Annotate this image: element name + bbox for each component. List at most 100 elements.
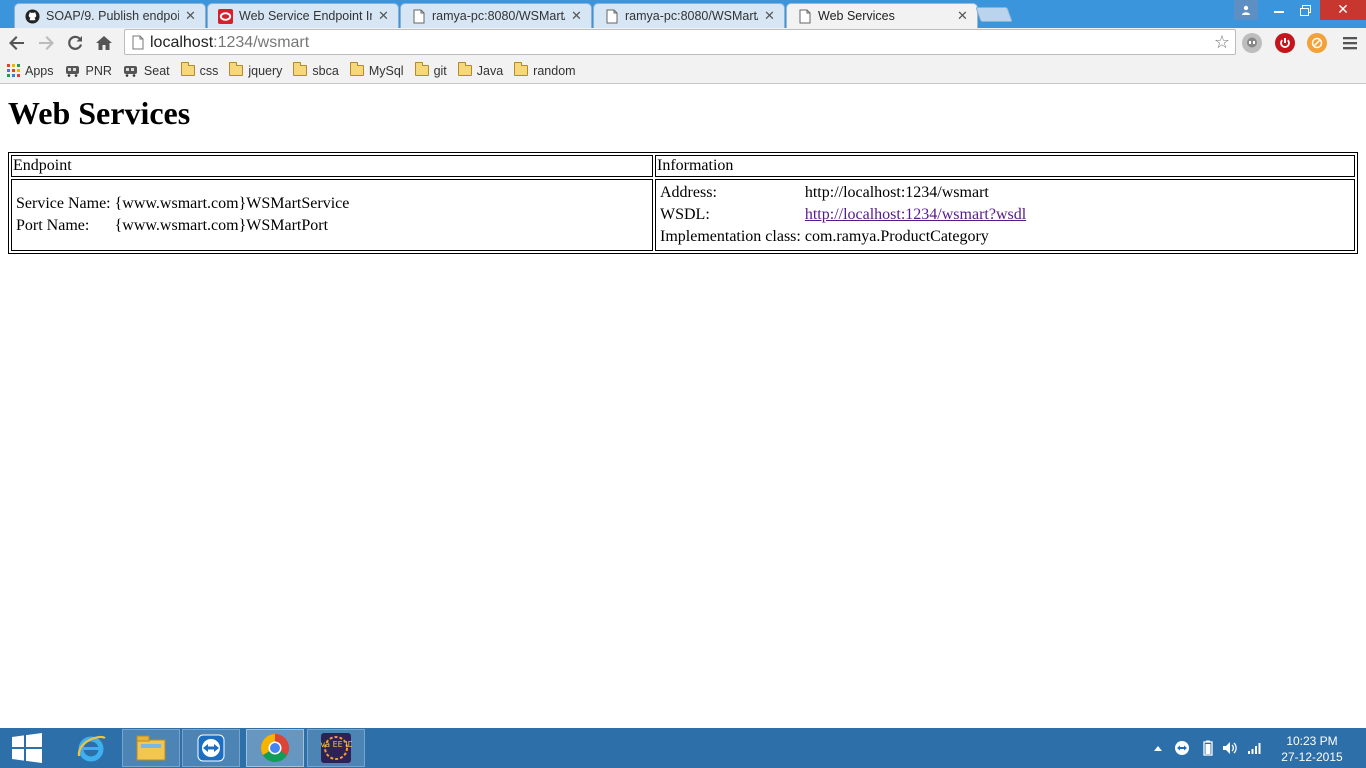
- implementation-class-label: Implementation class:: [660, 228, 801, 245]
- bookmark-seat[interactable]: Seat: [123, 64, 170, 78]
- service-name-value: {www.wsmart.com}WSMartService: [114, 195, 350, 212]
- minimize-icon[interactable]: [1266, 0, 1292, 20]
- table-header-row: Endpoint Information: [11, 155, 1355, 177]
- extension-icon[interactable]: [1307, 33, 1327, 53]
- hangouts-extension-icon[interactable]: [1242, 33, 1262, 53]
- page-icon: [604, 9, 619, 24]
- tab-title: Web Service Endpoint Info: [239, 9, 372, 23]
- tab-title: SOAP/9. Publish endpoint: [46, 9, 179, 23]
- bookmark-label: random: [533, 63, 576, 78]
- tab-title: Web Services: [818, 9, 895, 23]
- address-bar[interactable]: localhost:1234/wsmart ☆: [124, 29, 1236, 55]
- bookmark-label: git: [433, 63, 447, 78]
- clock-date: 27-12-2015: [1281, 750, 1343, 764]
- folder-icon: [180, 62, 195, 76]
- network-signal-icon[interactable]: [1247, 728, 1263, 768]
- bookmark-star-icon[interactable]: ☆: [1214, 32, 1230, 53]
- endpoint-cell: Service Name: {www.wsmart.com}WSMartServ…: [11, 179, 653, 251]
- page-icon: [411, 9, 426, 24]
- folder-icon: [349, 62, 364, 76]
- close-tab-icon[interactable]: ✕: [378, 9, 390, 24]
- folder-icon: [414, 62, 429, 76]
- show-hidden-icons[interactable]: [1153, 728, 1163, 768]
- endpoint-details: Service Name: {www.wsmart.com}WSMartServ…: [13, 192, 352, 238]
- internet-explorer-icon[interactable]: [62, 729, 120, 767]
- close-tab-icon[interactable]: ✕: [764, 9, 776, 24]
- bookmark-folder-git[interactable]: git: [414, 62, 447, 78]
- bookmark-folder-css[interactable]: css: [180, 62, 219, 78]
- back-icon[interactable]: [6, 32, 28, 54]
- teamviewer-icon[interactable]: [182, 729, 240, 767]
- user-profile-icon[interactable]: [1234, 0, 1258, 20]
- bookmarks-bar: Apps PNR Seat css jquery sbca MySql git …: [0, 58, 1366, 84]
- address-value: http://localhost:1234/wsmart: [804, 184, 989, 201]
- menu-icon[interactable]: [1339, 32, 1361, 54]
- bookmark-pnr[interactable]: PNR: [65, 64, 112, 78]
- port-name-label: Port Name:: [16, 217, 90, 234]
- page-content: Web Services Endpoint Information Servic…: [0, 85, 1366, 728]
- tab-web-services[interactable]: Web Services ✕: [786, 3, 978, 28]
- new-tab-button[interactable]: [975, 7, 1013, 22]
- chrome-icon[interactable]: [246, 729, 304, 767]
- tab-title: ramya-pc:8080/WSMart/SI: [432, 9, 565, 23]
- service-name-label: Service Name:: [16, 195, 111, 212]
- bookmark-label: PNR: [85, 63, 112, 78]
- tab-title: ramya-pc:8080/WSMart/SI: [625, 9, 758, 23]
- information-header: Information: [655, 155, 1355, 177]
- bookmark-folder-mysql[interactable]: MySql: [349, 62, 404, 78]
- file-explorer-icon[interactable]: [122, 729, 180, 767]
- information-cell: Address: http://localhost:1234/wsmart WS…: [655, 179, 1355, 251]
- oracle-icon: [218, 8, 233, 24]
- tab-web-service-endpoint-info[interactable]: Web Service Endpoint Info ✕: [207, 3, 399, 28]
- apps-grid-icon: [7, 64, 20, 77]
- bookmark-apps[interactable]: Apps: [7, 64, 54, 78]
- tab-strip: SOAP/9. Publish endpoint ✕ Web Service E…: [0, 0, 1366, 28]
- address-url: localhost:1234/wsmart: [150, 34, 309, 52]
- endpoint-header: Endpoint: [11, 155, 653, 177]
- bookmark-folder-random[interactable]: random: [514, 62, 576, 78]
- windows-logo-icon: [12, 733, 42, 763]
- bookmark-folder-sbca[interactable]: sbca: [293, 62, 339, 78]
- adblock-extension-icon[interactable]: [1275, 33, 1295, 53]
- java-ee-ide-icon[interactable]: Java EE IDE: [307, 729, 365, 767]
- reload-icon[interactable]: [64, 32, 86, 54]
- bookmark-label: Java: [476, 63, 504, 78]
- close-tab-icon[interactable]: ✕: [957, 9, 969, 24]
- information-details: Address: http://localhost:1234/wsmart WS…: [657, 181, 1029, 249]
- bookmark-label: MySql: [368, 63, 404, 78]
- battery-icon[interactable]: [1203, 728, 1213, 768]
- volume-icon[interactable]: [1222, 728, 1238, 768]
- forward-icon[interactable]: [35, 32, 57, 54]
- bookmark-label: jquery: [248, 63, 283, 78]
- port-name-value: {www.wsmart.com}WSMartPort: [114, 217, 329, 234]
- tab-ramya-pc-2[interactable]: ramya-pc:8080/WSMart/SI ✕: [593, 3, 785, 28]
- close-window-icon[interactable]: ✕: [1320, 0, 1366, 20]
- folder-icon: [229, 62, 244, 76]
- restore-icon[interactable]: [1292, 0, 1318, 20]
- home-icon[interactable]: [93, 32, 115, 54]
- java-ide-label: Java EE IDE: [320, 740, 352, 749]
- page-title: Web Services: [8, 95, 191, 131]
- tab-ramya-pc-1[interactable]: ramya-pc:8080/WSMart/SI ✕: [400, 3, 592, 28]
- close-tab-icon[interactable]: ✕: [571, 9, 583, 24]
- train-icon: [65, 65, 81, 77]
- bookmark-label: Apps: [25, 63, 54, 78]
- page-info-icon[interactable]: [132, 35, 144, 54]
- bookmark-folder-java[interactable]: Java: [457, 62, 504, 78]
- bookmark-label: css: [199, 63, 219, 78]
- system-clock[interactable]: 10:23 PM 27-12-2015: [1272, 733, 1352, 765]
- wsdl-link[interactable]: http://localhost:1234/wsmart?wsdl: [805, 206, 1026, 223]
- windows-taskbar: Java EE IDE 10:23 PM 27-12-2015: [0, 728, 1366, 768]
- bookmark-folder-jquery[interactable]: jquery: [229, 62, 283, 78]
- folder-icon: [457, 62, 472, 76]
- clock-time: 10:23 PM: [1286, 734, 1338, 748]
- implementation-class-value: com.ramya.ProductCategory: [804, 228, 989, 245]
- browser-toolbar: localhost:1234/wsmart ☆: [0, 28, 1366, 58]
- start-button[interactable]: [0, 729, 54, 767]
- close-tab-icon[interactable]: ✕: [185, 9, 197, 24]
- train-icon: [123, 65, 139, 77]
- tab-soap-publish[interactable]: SOAP/9. Publish endpoint ✕: [14, 3, 206, 28]
- wsdl-label: WSDL:: [660, 206, 710, 223]
- teamviewer-tray-icon[interactable]: [1174, 728, 1190, 768]
- github-icon: [25, 8, 40, 24]
